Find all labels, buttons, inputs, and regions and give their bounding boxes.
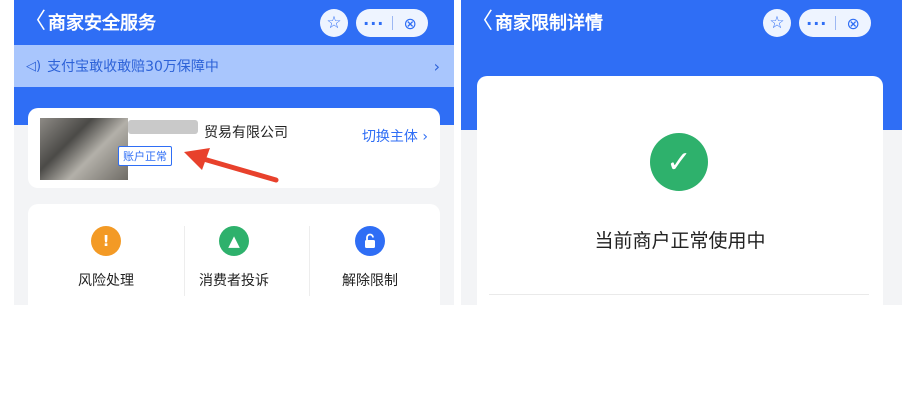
capsule-menu: ··· ⊗	[799, 9, 871, 37]
page-title: 商家安全服务	[48, 13, 157, 34]
service-lift-restriction[interactable]: 解除限制	[310, 226, 430, 290]
check-circle-icon: ✓	[650, 133, 708, 191]
star-icon[interactable]: ☆	[320, 9, 348, 37]
star-icon[interactable]: ☆	[763, 9, 791, 37]
service-label: 消费者投诉	[199, 273, 269, 289]
company-name: 贸易有限公司	[204, 125, 288, 141]
status-badge: 账户正常	[118, 146, 172, 166]
alarm-icon: ▲	[219, 226, 249, 256]
notice-text: 支付宝敢收敢赔30万保障中	[47, 59, 219, 75]
mini-program-capsule: ☆ ··· ⊗	[320, 9, 428, 37]
more-icon[interactable]: ···	[356, 14, 392, 33]
divider	[489, 294, 869, 295]
nav-bar: 〈 商家限制详情 ☆ ··· ⊗	[461, 0, 902, 44]
close-icon[interactable]: ⊗	[393, 14, 429, 33]
service-consumer-complaint[interactable]: ▲ 消费者投诉	[174, 226, 294, 290]
chevron-left-icon[interactable]: 〈	[24, 11, 46, 33]
nav-bar: 〈 商家安全服务 ☆ ··· ⊗	[14, 0, 454, 44]
avatar	[40, 118, 128, 180]
page-title: 商家限制详情	[495, 13, 604, 34]
chevron-left-icon[interactable]: 〈	[471, 11, 493, 33]
redacted-name	[128, 120, 198, 134]
annotation-arrow-icon	[184, 148, 279, 183]
notice-bar[interactable]: ◁) 支付宝敢收敢赔30万保障中 ›	[14, 45, 454, 87]
status-card: ✓ 当前商户正常使用中	[477, 76, 883, 305]
speaker-icon: ◁)	[26, 58, 42, 74]
unlock-icon	[355, 226, 385, 256]
service-label: 解除限制	[342, 273, 398, 289]
service-label: 风险处理	[78, 273, 134, 289]
shield-warning-icon: !	[91, 226, 121, 256]
chevron-right-icon: ›	[433, 56, 440, 76]
switch-entity-label: 切换主体	[361, 129, 418, 145]
service-risk-handling[interactable]: ! 风险处理	[46, 226, 166, 290]
merchant-security-screen: 〈 商家安全服务 ☆ ··· ⊗ ◁) 支付宝敢收敢赔30万保障中 › 贸易有限…	[14, 0, 454, 305]
switch-entity-link[interactable]: 切换主体 ›	[362, 126, 428, 146]
more-icon[interactable]: ···	[799, 14, 835, 33]
mini-program-capsule: ☆ ··· ⊗	[763, 9, 871, 37]
status-message: 当前商户正常使用中	[594, 230, 766, 252]
chevron-right-icon: ›	[422, 129, 428, 145]
close-icon[interactable]: ⊗	[836, 14, 872, 33]
restriction-detail-screen: 〈 商家限制详情 ☆ ··· ⊗ ✓ 当前商户正常使用中	[461, 0, 902, 305]
capsule-menu: ··· ⊗	[356, 9, 428, 37]
services-card: ! 风险处理 ▲ 消费者投诉 解除限制	[28, 204, 440, 305]
